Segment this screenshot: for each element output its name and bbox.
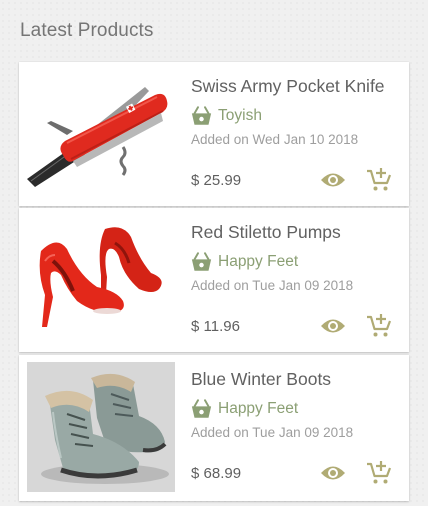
store-name: Toyish	[218, 107, 262, 124]
product-price: $ 25.99	[191, 172, 242, 189]
product-name[interactable]: Swiss Army Pocket Knife	[191, 76, 385, 97]
store-link[interactable]: Happy Feet	[191, 252, 298, 272]
added-date: Added on Tue Jan 09 2018	[191, 278, 354, 293]
product-image-red-stilettos[interactable]	[27, 215, 175, 345]
shopping-basket-icon	[191, 399, 212, 418]
added-date: Added on Wed Jan 10 2018	[191, 132, 359, 147]
product-image-winter-boots[interactable]	[27, 362, 175, 492]
product-name[interactable]: Red Stiletto Pumps	[191, 222, 341, 243]
product-card[interactable]: Red Stiletto Pumps Happy Feet Added on T…	[19, 208, 409, 352]
eye-icon	[321, 173, 345, 187]
add-to-cart-icon	[367, 314, 392, 337]
store-name: Happy Feet	[218, 253, 299, 270]
view-button[interactable]	[319, 312, 347, 340]
product-price: $ 68.99	[191, 465, 242, 482]
product-card[interactable]: Swiss Army Pocket Knife Toyish Added on …	[19, 62, 409, 206]
view-button[interactable]	[319, 459, 347, 487]
store-link[interactable]: Happy Feet	[191, 399, 298, 419]
add-to-cart-icon	[367, 461, 392, 484]
eye-icon	[321, 466, 345, 480]
product-card[interactable]: Blue Winter Boots Happy Feet Added on Tu…	[19, 355, 409, 501]
add-to-cart-icon	[367, 168, 392, 191]
add-to-cart-button[interactable]	[365, 166, 393, 194]
add-to-cart-button[interactable]	[365, 312, 393, 340]
add-to-cart-button[interactable]	[365, 459, 393, 487]
added-date: Added on Tue Jan 09 2018	[191, 425, 354, 440]
shopping-basket-icon	[191, 106, 212, 125]
eye-icon	[321, 319, 345, 333]
view-button[interactable]	[319, 166, 347, 194]
section-title: Latest Products	[20, 20, 154, 41]
product-price: $ 11.96	[191, 318, 240, 335]
product-name[interactable]: Blue Winter Boots	[191, 369, 331, 390]
product-image-pocket-knife[interactable]	[27, 69, 175, 199]
shopping-basket-icon	[191, 252, 212, 271]
store-name: Happy Feet	[218, 400, 299, 417]
store-link[interactable]: Toyish	[191, 106, 262, 126]
